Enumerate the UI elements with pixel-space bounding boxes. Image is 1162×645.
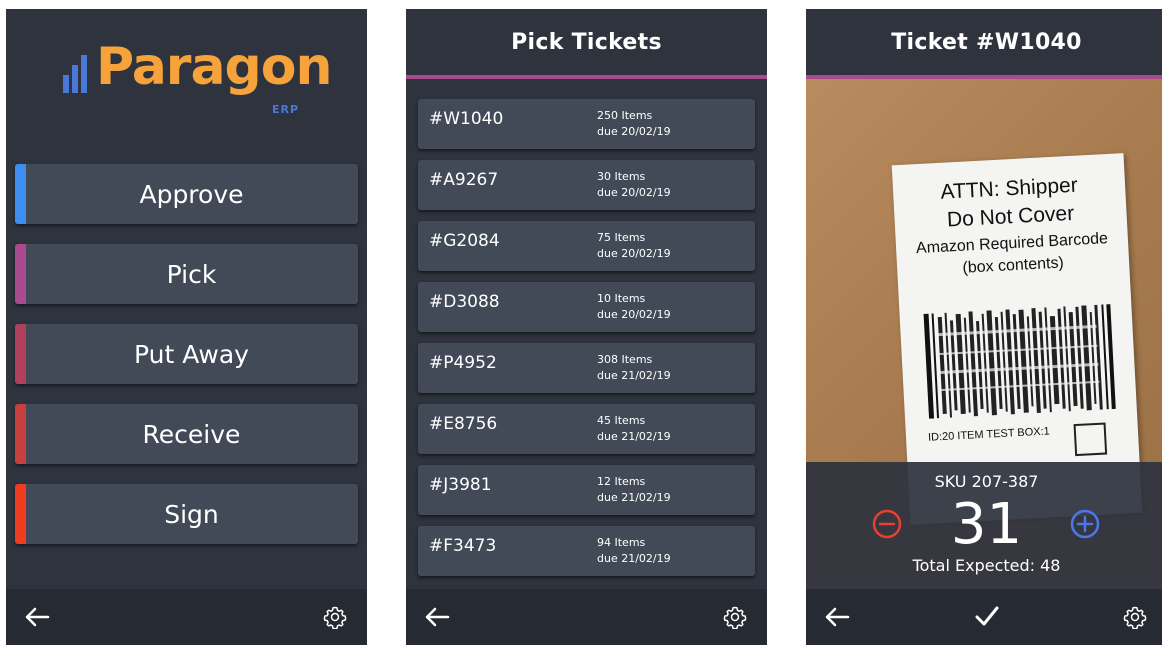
total-expected: Total Expected: 48 [912,556,1061,575]
sign-button[interactable]: Sign [15,484,358,544]
sign-accent-bar [15,484,26,544]
ticket-due-date: due 21/02/19 [597,369,671,382]
ticket-row[interactable]: #F3473 94 Items due 21/02/19 [418,526,755,576]
pick-button-label: Pick [166,259,217,289]
pick-tickets-screen: Pick Tickets #W1040 250 Items due 20/02/… [406,9,767,645]
bottom-bar [806,589,1162,645]
ticket-due-date: due 21/02/19 [597,491,671,504]
logo-wordmark: Paragon [96,37,333,97]
ticket-due-date: due 20/02/19 [597,308,671,321]
ticket-id: #F3473 [429,536,497,556]
ticket-item-count: 45 Items [597,414,646,427]
ticket-item-count: 308 Items [597,353,653,366]
ticket-item-count: 94 Items [597,536,646,549]
receive-button-label: Receive [142,419,241,449]
ticket-row[interactable]: #P4952 308 Items due 21/02/19 [418,343,755,393]
ticket-row[interactable]: #A9267 30 Items due 20/02/19 [418,160,755,210]
qr-box-icon [1073,422,1108,457]
pick-button[interactable]: Pick [15,244,358,304]
ticket-id: #A9267 [429,170,499,190]
page-title: Pick Tickets [511,29,662,55]
put-away-button-label: Put Away [134,339,249,369]
approve-accent-bar [15,164,26,224]
gear-icon[interactable] [723,605,747,629]
minus-circle-icon[interactable] [871,508,903,540]
barcode-image [921,304,1117,419]
bottom-bar [406,589,767,645]
ticket-item-count: 30 Items [597,170,646,183]
ticket-item-count: 10 Items [597,292,646,305]
count-value: 31 [950,492,1023,557]
main-menu-screen: Paragon ERP Approve Pick Put Away Receiv… [6,9,367,645]
plus-circle-icon[interactable] [1069,508,1101,540]
checkmark-icon[interactable] [974,603,1000,629]
ticket-row[interactable]: #E8756 45 Items due 21/02/19 [418,404,755,454]
ticket-row[interactable]: #W1040 250 Items due 20/02/19 [418,99,755,149]
sku-label: SKU 207-387 [934,472,1039,491]
arrow-left-icon[interactable] [24,606,50,628]
arrow-left-icon[interactable] [824,606,850,628]
ticket-item-count: 12 Items [597,475,646,488]
ticket-id: #D3088 [429,292,500,312]
bottom-bar [6,589,367,645]
sign-button-label: Sign [164,499,219,529]
ticket-id: #E8756 [429,414,498,434]
gear-icon[interactable] [323,605,347,629]
ticket-item-count: 75 Items [597,231,646,244]
put-away-accent-bar [15,324,26,384]
ticket-id: #P4952 [429,353,497,373]
ticket-id: #W1040 [429,109,504,129]
ticket-due-date: due 20/02/19 [597,125,671,138]
ticket-id: #G2084 [429,231,500,251]
ticket-id: #J3981 [429,475,492,495]
ticket-item-count: 250 Items [597,109,653,122]
label-footer: ID:20 ITEM TEST BOX:1 [927,425,1051,444]
receive-accent-bar [15,404,26,464]
ticket-due-date: due 20/02/19 [597,247,671,260]
gear-icon[interactable] [1123,605,1147,629]
ticket-detail-screen: Ticket #W1040 ATTN: Shipper Do Not Cover… [806,9,1162,645]
logo-subtitle: ERP [272,103,300,116]
ticket-list: #W1040 250 Items due 20/02/19 #A9267 30 … [418,99,755,587]
ticket-due-date: due 21/02/19 [597,430,671,443]
header: Pick Tickets [406,9,767,79]
ticket-row[interactable]: #G2084 75 Items due 20/02/19 [418,221,755,271]
paragon-logo: Paragon ERP [62,37,333,121]
bar-chart-logo-icon [63,55,87,93]
page-title: Ticket #W1040 [891,29,1082,55]
menu-button-list: Approve Pick Put Away Receive Sign [15,164,358,564]
ticket-due-date: due 21/02/19 [597,552,671,565]
count-panel: SKU 207-387 31 Total Expected: 48 [806,462,1162,589]
ticket-row[interactable]: #J3981 12 Items due 21/02/19 [418,465,755,515]
pick-accent-bar [15,244,26,304]
put-away-button[interactable]: Put Away [15,324,358,384]
arrow-left-icon[interactable] [424,606,450,628]
approve-button[interactable]: Approve [15,164,358,224]
receive-button[interactable]: Receive [15,404,358,464]
header: Ticket #W1040 [806,9,1162,79]
ticket-row[interactable]: #D3088 10 Items due 20/02/19 [418,282,755,332]
approve-button-label: Approve [139,179,244,209]
ticket-due-date: due 20/02/19 [597,186,671,199]
